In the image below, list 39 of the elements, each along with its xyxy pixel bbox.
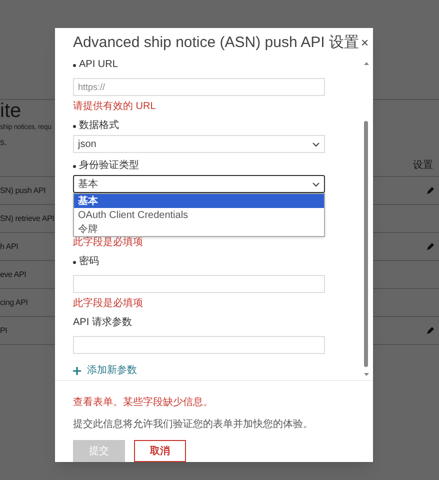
field-label: 身份验证类型 <box>79 160 139 172</box>
pencil-icon[interactable] <box>426 242 434 250</box>
column-header: 设置 <box>413 158 433 173</box>
dropdown-option[interactable]: 基本 <box>74 194 324 208</box>
field-label: 密码 <box>79 256 99 268</box>
info-text: 提交此信息将允许我们验证您的表单并加快您的体验。 <box>73 418 314 432</box>
page-title: ite <box>0 99 22 124</box>
add-parameter-link[interactable]: 添加新参数 <box>73 363 137 378</box>
table-cell: eve API <box>0 268 26 280</box>
dropdown-option[interactable]: OAuth Client Credentials <box>74 208 324 222</box>
scroll-up-icon[interactable] <box>364 62 368 65</box>
plus-icon <box>73 366 81 374</box>
select-field[interactable]: 基本 <box>73 175 325 193</box>
dropdown-option[interactable]: 令牌 <box>74 222 324 236</box>
chevron-down-icon <box>312 182 320 186</box>
table-cell: h API <box>0 240 18 252</box>
table-cell: PI <box>0 324 8 336</box>
field-label: API URL <box>79 59 118 71</box>
text-field[interactable] <box>73 275 325 293</box>
table-cell: cing API <box>0 296 28 308</box>
pencil-icon[interactable] <box>426 326 434 334</box>
table-cell: SN) retrieve API <box>0 212 54 224</box>
text-field[interactable] <box>73 336 325 354</box>
table-cell: SN) push API <box>0 184 46 196</box>
field-label: 数据格式 <box>79 120 119 132</box>
page-note: s. <box>0 136 8 149</box>
close-button[interactable]: × <box>358 33 371 53</box>
error-message: 此字段是必填项 <box>73 298 144 310</box>
pencil-icon[interactable] <box>426 186 434 194</box>
error-message: 此字段是必填项 <box>73 237 144 249</box>
chevron-down-icon <box>312 142 320 146</box>
field-label: API 请求参数 <box>73 317 132 329</box>
text-field[interactable]: https:// <box>73 78 325 96</box>
scroll-down-icon[interactable] <box>364 373 368 376</box>
error-message: 请提供有效的 URL <box>73 101 157 113</box>
select-field[interactable]: json <box>73 135 325 153</box>
dialog-title: Advanced ship notice (ASN) push API 设置 <box>73 32 359 53</box>
form-error-message: 查看表单。某些字段缺少信息。 <box>73 396 214 410</box>
cancel-button[interactable]: 取消 <box>134 440 186 462</box>
